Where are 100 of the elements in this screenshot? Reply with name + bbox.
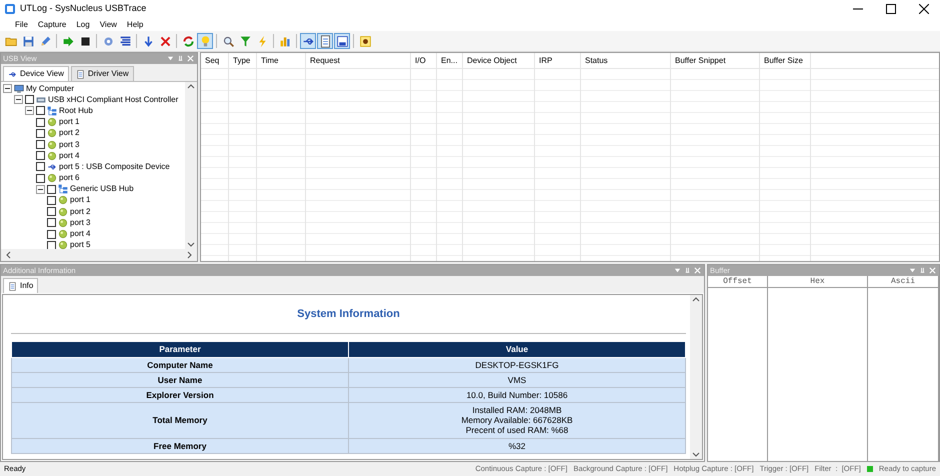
tree-item[interactable]: port 4 — [59, 150, 80, 162]
collapse-icon[interactable] — [14, 95, 23, 104]
document-icon — [318, 34, 332, 48]
tree-item[interactable]: port 2 — [70, 206, 90, 218]
app-icon — [4, 3, 16, 15]
table-cell: 10.0, Build Number: 10586 — [348, 387, 686, 403]
tree-item[interactable]: USB xHCI Compliant Host Controller — [48, 94, 178, 106]
scroll-down-icon[interactable] — [692, 451, 700, 459]
window-title: UTLog - SysNucleus USBTrace — [20, 2, 146, 16]
tree-item[interactable]: Generic USB Hub — [70, 183, 134, 196]
checkbox[interactable] — [47, 230, 56, 239]
checkbox[interactable] — [47, 196, 56, 205]
port-icon — [58, 195, 68, 206]
column-header: Offset — [708, 276, 768, 287]
delete-icon — [158, 34, 172, 48]
collapse-icon[interactable] — [36, 184, 45, 194]
column-header[interactable]: IRP — [535, 53, 581, 68]
scroll-down-icon[interactable] — [187, 241, 195, 249]
scroll-right-icon[interactable] — [186, 251, 194, 259]
tree-item[interactable]: Root Hub — [59, 104, 93, 117]
save-icon — [22, 34, 34, 48]
lines-icon — [118, 34, 132, 48]
collapse-icon[interactable] — [25, 106, 34, 116]
column-header[interactable]: Type — [229, 53, 257, 68]
checkbox[interactable] — [25, 95, 34, 104]
tree-item[interactable]: port 5 : USB Composite Device — [59, 160, 170, 173]
controller-icon — [36, 94, 46, 105]
port-icon — [47, 117, 57, 128]
column-header[interactable]: Request — [306, 53, 411, 68]
port-icon — [47, 128, 57, 138]
filter-icon — [238, 34, 252, 48]
column-header[interactable]: Status — [581, 53, 671, 68]
checkbox[interactable] — [36, 151, 45, 160]
scroll-up-icon[interactable] — [692, 295, 700, 303]
menu-item[interactable]: Help — [122, 18, 148, 30]
toolbar-button[interactable] — [334, 33, 350, 49]
table-cell: VMS — [348, 372, 686, 388]
bar-chart-icon — [278, 34, 292, 48]
table-cell: %32 — [348, 438, 686, 454]
checkbox[interactable] — [47, 240, 56, 249]
checkbox[interactable] — [36, 106, 45, 116]
checkbox[interactable] — [36, 140, 45, 150]
column-header[interactable]: Seq — [201, 53, 229, 68]
horizontal-scrollbar[interactable] — [1, 249, 197, 261]
tree-item[interactable]: My Computer — [26, 82, 74, 95]
section-heading: System Information — [11, 295, 686, 334]
column-header[interactable]: Device Object — [463, 53, 535, 68]
column-header[interactable]: En... — [437, 53, 463, 68]
table-cell: Free Memory — [12, 438, 348, 454]
refresh-icon — [182, 34, 194, 48]
usb-icon — [8, 70, 17, 78]
checkbox[interactable] — [36, 174, 45, 183]
checkbox[interactable] — [47, 207, 56, 216]
checkbox[interactable] — [36, 118, 45, 127]
port-icon — [47, 173, 57, 184]
tree-item[interactable]: port 6 — [59, 172, 80, 184]
vertical-scrollbar[interactable] — [185, 82, 197, 249]
port-icon — [58, 218, 68, 228]
column-header[interactable]: Time — [257, 53, 306, 68]
tree-item[interactable]: port 5 — [70, 239, 90, 249]
toolbar-button[interactable] — [317, 33, 333, 49]
table-cell: Installed RAM: 2048MB Memory Available: 667628KB Precent of used RAM: %68 — [348, 402, 686, 438]
table-cell: Explorer Version — [12, 387, 348, 403]
document-icon — [76, 70, 85, 78]
checkbox[interactable] — [36, 128, 45, 138]
scroll-up-icon[interactable] — [187, 82, 195, 90]
table-cell: User Name — [12, 372, 348, 388]
collapse-icon[interactable] — [3, 84, 12, 94]
port-icon — [58, 240, 68, 249]
menu-item[interactable]: View — [94, 18, 122, 30]
vertical-scrollbar[interactable] — [690, 295, 702, 459]
checkbox[interactable] — [47, 184, 56, 194]
port-icon — [47, 140, 57, 150]
tab[interactable]: Device View — [3, 66, 69, 81]
tree-item[interactable]: port 4 — [70, 228, 90, 240]
tab[interactable]: Driver View — [70, 66, 134, 81]
tree-item[interactable]: port 3 — [59, 138, 80, 151]
column-header[interactable]: Buffer Size — [760, 53, 811, 68]
checkbox[interactable] — [47, 218, 56, 228]
tab[interactable]: Info — [3, 278, 38, 293]
tree-item[interactable]: port 3 — [70, 216, 90, 229]
tree-item[interactable]: port 1 — [59, 116, 80, 128]
menu-item[interactable]: Capture — [32, 18, 72, 30]
menu-item[interactable]: File — [10, 18, 33, 30]
tree-item[interactable]: port 2 — [59, 127, 80, 140]
checkbox[interactable] — [36, 162, 45, 172]
menu-item[interactable]: Log — [71, 18, 95, 30]
search-icon — [222, 34, 234, 48]
maximize-icon[interactable] — [886, 4, 896, 14]
computer-icon — [14, 84, 24, 94]
toolbar-button[interactable] — [357, 33, 373, 49]
column-header: Hex — [768, 276, 868, 287]
column-header[interactable]: I/O — [411, 53, 437, 68]
close-icon[interactable] — [918, 4, 928, 14]
column-header[interactable]: Buffer Snippet — [671, 53, 760, 68]
tree-item[interactable]: port 1 — [70, 194, 90, 206]
scroll-left-icon[interactable] — [4, 251, 12, 259]
pencil-icon — [38, 34, 52, 48]
port-icon — [58, 206, 68, 217]
hub-icon — [47, 106, 57, 116]
